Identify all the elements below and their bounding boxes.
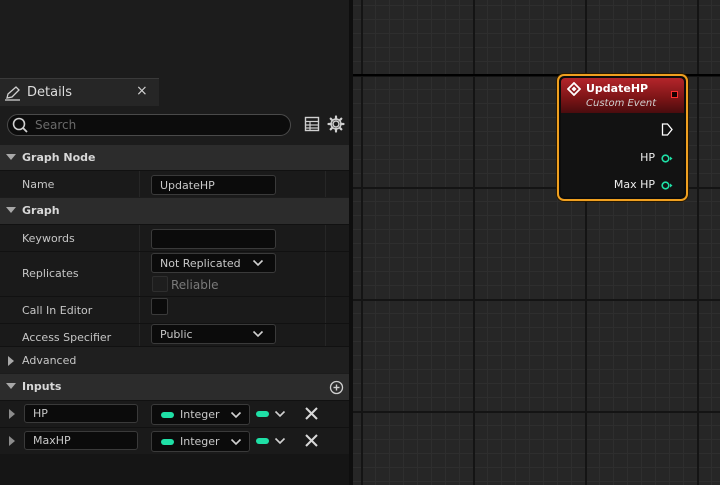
divider: [139, 297, 140, 323]
section-inputs[interactable]: Inputs: [0, 373, 349, 400]
input-type-dropdown[interactable]: Integer: [151, 404, 250, 425]
graph-canvas[interactable]: UpdateHP Custom Event HP Max HP: [353, 0, 720, 485]
details-tab-title: Details: [27, 85, 73, 100]
chevron-down-icon: [274, 410, 286, 418]
input-name-field[interactable]: HP: [24, 404, 138, 423]
property-label: Replicates: [22, 267, 79, 280]
divider: [325, 225, 326, 251]
integer-pin-icon: [161, 412, 174, 418]
remove-input-icon[interactable]: [304, 433, 319, 448]
container-type-dropdown[interactable]: [255, 407, 287, 421]
single-value-icon: [256, 411, 269, 417]
exec-pin-icon[interactable]: [661, 123, 673, 136]
pencil-icon: [5, 86, 20, 101]
reliable-checkbox[interactable]: [152, 276, 168, 292]
divider: [139, 225, 140, 251]
details-tab[interactable]: Details ×: [0, 78, 159, 106]
search-row: [0, 106, 349, 144]
section-label: Graph: [22, 204, 60, 217]
divider: [325, 252, 326, 296]
property-label: Access Specifier: [22, 331, 112, 344]
section-graph[interactable]: Graph: [0, 197, 349, 224]
node-header[interactable]: UpdateHP Custom Event: [561, 78, 684, 113]
input-row: HP Integer: [0, 400, 349, 427]
container-type-dropdown[interactable]: [255, 434, 287, 448]
divider: [139, 252, 140, 296]
section-label: Graph Node: [22, 151, 96, 164]
table-view-icon[interactable]: [304, 116, 320, 132]
collapsed-caret-icon[interactable]: [9, 409, 15, 419]
dropdown-value: Public: [160, 328, 193, 341]
property-name-row: Name UpdateHP: [0, 170, 349, 197]
advanced-label: Advanced: [22, 354, 77, 367]
property-replicates-row: Replicates Not Replicated Reliable: [0, 251, 349, 296]
reliable-label: Reliable: [171, 278, 219, 292]
empty-toolbar-area: [0, 0, 349, 78]
property-label: Call In Editor: [22, 304, 93, 317]
type-name: Integer: [180, 408, 220, 421]
details-panel: Details × Search Graph Node Name UpdateH…: [0, 78, 349, 485]
name-field[interactable]: UpdateHP: [151, 175, 276, 195]
input-row: MaxHP Integer: [0, 427, 349, 454]
search-box[interactable]: [7, 114, 291, 136]
integer-pin-icon: [161, 439, 174, 445]
input-name-field[interactable]: MaxHP: [24, 431, 138, 450]
advanced-expander[interactable]: Advanced: [0, 346, 349, 373]
pin-label-max-hp: Max HP: [613, 178, 655, 191]
dropdown-value: Not Replicated: [160, 257, 241, 270]
divider: [325, 171, 326, 197]
pin-label-hp: HP: [640, 151, 655, 164]
delegate-pin-icon[interactable]: [671, 91, 678, 98]
panel-empty-area: [0, 454, 349, 485]
expanded-caret-icon: [6, 383, 16, 389]
chevron-down-icon: [230, 438, 242, 446]
single-value-icon: [256, 438, 269, 444]
chevron-down-icon: [252, 330, 264, 338]
expanded-caret-icon: [6, 154, 16, 160]
node-title: UpdateHP: [586, 82, 649, 95]
expanded-caret-icon: [6, 207, 16, 213]
collapsed-caret-icon[interactable]: [9, 436, 15, 446]
chevron-down-icon: [274, 437, 286, 445]
property-label: Keywords: [22, 232, 75, 245]
divider: [139, 171, 140, 197]
close-tab-icon[interactable]: ×: [136, 83, 148, 99]
event-diamond-icon: [567, 82, 581, 96]
integer-pin-icon[interactable]: [661, 181, 673, 190]
property-label: Name: [22, 178, 55, 191]
section-graph-node[interactable]: Graph Node: [0, 144, 349, 170]
add-input-icon[interactable]: [329, 380, 344, 395]
remove-input-icon[interactable]: [304, 406, 319, 421]
custom-event-node[interactable]: UpdateHP Custom Event HP Max HP: [557, 74, 688, 201]
access-specifier-dropdown[interactable]: Public: [151, 324, 276, 344]
divider: [325, 297, 326, 323]
call-in-editor-checkbox[interactable]: [151, 298, 168, 315]
details-tab-bar: Details ×: [0, 78, 349, 106]
node-subtitle: Custom Event: [586, 98, 657, 109]
search-input[interactable]: [35, 117, 275, 133]
collapsed-caret-icon: [8, 356, 14, 366]
keywords-field[interactable]: [151, 229, 276, 249]
property-call-in-editor-row: Call In Editor: [0, 296, 349, 323]
input-type-dropdown[interactable]: Integer: [151, 431, 250, 452]
search-icon: [12, 117, 28, 133]
section-label: Inputs: [22, 380, 62, 393]
gear-icon[interactable]: [327, 115, 345, 133]
replicates-dropdown[interactable]: Not Replicated: [151, 253, 276, 273]
chevron-down-icon: [230, 411, 242, 419]
property-keywords-row: Keywords: [0, 224, 349, 251]
chevron-down-icon: [252, 259, 264, 267]
type-name: Integer: [180, 435, 220, 448]
integer-pin-icon[interactable]: [661, 154, 673, 163]
